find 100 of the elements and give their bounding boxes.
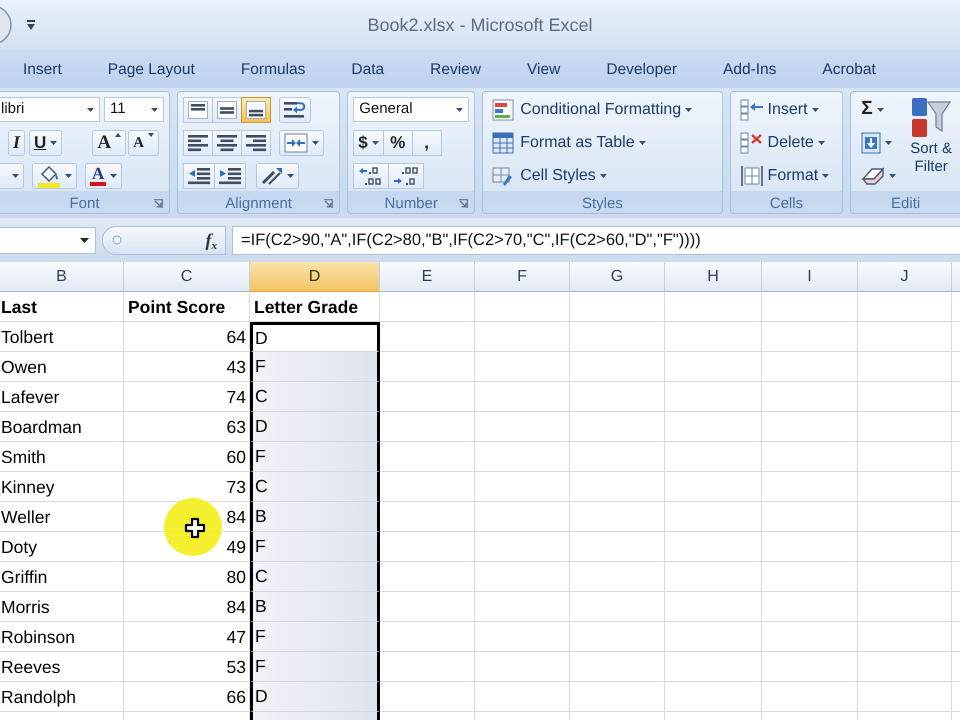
ribbon-tab[interactable]: Insert [0,54,85,84]
column-header[interactable]: E [380,262,475,292]
column-header[interactable]: C [124,262,250,292]
align-right-icon [246,134,266,152]
table-cell: B [250,592,380,622]
caret-icon [12,174,19,178]
table-cell: D [250,412,380,442]
cell-value: Owen [1,356,47,379]
align-middle-button[interactable] [212,96,242,122]
align-center-icon [217,134,237,152]
align-left-button[interactable] [183,130,213,156]
cell-value: Kinney [1,476,55,499]
ribbon-tab[interactable]: Formulas [218,54,328,84]
conditional-formatting-button[interactable]: Conditional Formatting [488,96,696,124]
dialog-launcher-icon[interactable] [153,199,163,210]
ribbon-tab[interactable]: Add-Ins [700,54,800,84]
caret-icon [456,108,464,112]
caret-icon [876,108,884,112]
ribbon-tab[interactable]: Developer [583,54,700,84]
delete-button[interactable]: Delete [736,128,829,156]
table-cell: C [250,472,380,502]
wrap-text-button[interactable] [279,96,311,122]
group-label: Editi [891,194,920,214]
cell-value: 73 [226,476,246,499]
merge-icon [284,132,308,152]
insert-button[interactable]: Insert [736,96,823,124]
cursor-highlight-icon [164,498,222,556]
wrap-text-icon [284,100,306,120]
ribbon-tab[interactable]: Page Layout [84,54,218,84]
ribbon-tab[interactable]: Acrobat [799,54,899,84]
format-as-table-button[interactable]: Format as Table [488,128,650,156]
grow-font-button[interactable]: A [92,130,126,156]
group-label: Font [69,194,100,214]
small-caret-icon [148,132,154,136]
ribbon-tab[interactable]: View [504,54,584,84]
cell-value: 63 [226,416,246,439]
sum-button[interactable]: Σ [856,96,902,123]
caret-icon [372,140,379,144]
fill-color-button[interactable] [32,162,77,188]
ribbon-tab[interactable]: Data [328,54,408,84]
caret-icon [638,140,646,144]
caret-icon [87,108,94,112]
column-header[interactable]: F [475,262,570,292]
fill-down-icon [861,132,882,154]
delete-cells-icon [740,132,764,154]
caret-icon [312,140,319,144]
italic-button[interactable]: I [8,130,26,156]
diagonal-text-icon [261,166,283,184]
column-header[interactable]: H [665,262,762,292]
number-format-combo[interactable]: General [353,97,470,122]
column-title: Point Score [128,296,226,319]
column-header[interactable]: B [0,262,124,292]
sort-filter-button[interactable]: Sort & Filter [907,96,955,189]
cell-value: Randolph [1,686,76,709]
dialog-launcher-icon[interactable] [458,199,468,210]
align-center-button[interactable] [212,130,242,156]
merge-button[interactable] [279,130,324,156]
align-top-button[interactable] [183,96,213,122]
decrease-indent-button[interactable] [183,162,215,188]
paint-bucket-icon [37,164,61,188]
conditional-formatting-icon [492,98,516,120]
formula-field[interactable]: =IF(C2>90,"A",IF(C2>80,"B",IF(C2>70,"C",IF(C2>60,"D","F")))) [232,226,960,254]
shrink-font-button[interactable]: A [128,130,159,156]
format-cells-icon [740,164,764,186]
insert-function-button[interactable]: f$_{x}$ [206,230,217,250]
ribbon-tab[interactable]: Review [407,54,504,84]
font-color-button[interactable]: A [85,162,122,188]
dropdown-icon[interactable] [26,20,36,30]
decrease-decimal-button[interactable] [388,162,424,188]
increase-indent-button[interactable] [214,162,246,188]
orientation-button[interactable] [256,162,299,188]
increase-decimal-button[interactable] [353,162,390,188]
align-bottom-button[interactable] [241,96,271,122]
currency-button[interactable]: $ [353,130,384,156]
table-grid-icon [492,132,516,154]
font-name-combo[interactable]: libri [0,97,100,122]
column-header[interactable]: D [250,262,380,292]
insert-cells-icon [740,98,764,120]
column-header[interactable]: I [762,262,858,292]
decrease-indent-icon [188,166,210,184]
font-size-combo[interactable]: 11 [104,97,164,122]
cell-value: 66 [226,686,246,709]
column-header[interactable]: G [570,262,665,292]
dropdown-button[interactable] [0,162,24,188]
format-button[interactable]: Format [736,162,834,190]
underline-button[interactable]: U [29,130,62,156]
align-right-button[interactable] [241,130,271,156]
percent-button[interactable]: % [382,130,413,156]
caret-icon [80,238,89,242]
cell-value: Boardman [1,416,82,439]
caret-icon [822,174,830,178]
comma-button[interactable]: , [412,130,442,156]
column-header[interactable]: J [858,262,952,292]
round-app-button[interactable] [0,5,12,45]
cell-styles-button[interactable]: Cell Styles [488,162,611,190]
caret-icon [818,140,825,144]
cell-value: Tolbert [1,326,54,349]
table-cell: C [250,562,380,592]
round-handle-icon[interactable] [112,235,122,245]
dialog-launcher-icon[interactable] [323,199,334,210]
